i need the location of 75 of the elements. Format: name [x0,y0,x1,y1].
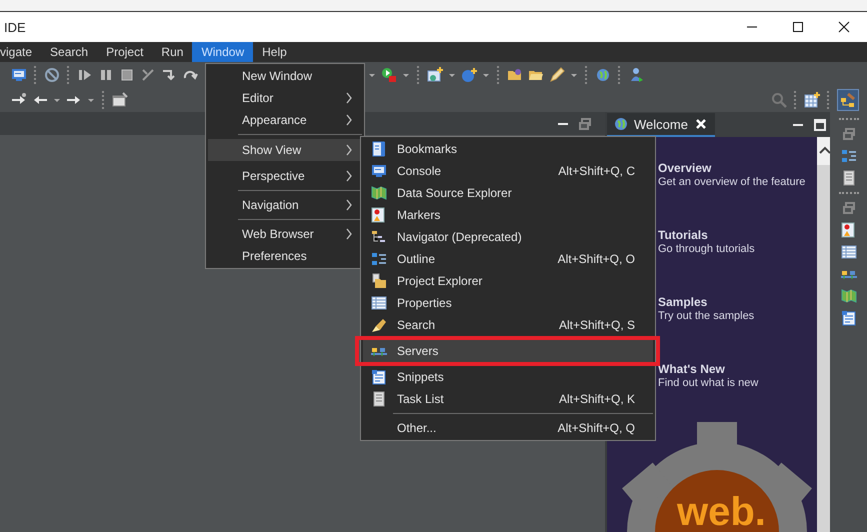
section-title[interactable]: Overview [658,161,817,175]
menu-item[interactable]: Snippets [363,366,653,388]
menu-item[interactable]: Other... Alt+Shift+Q, Q [363,417,653,439]
menu-item[interactable]: Editor [208,87,362,109]
section-title[interactable]: Tutorials [658,228,817,242]
maximize-icon[interactable] [790,19,806,35]
document-icon[interactable] [840,170,856,186]
pencil-icon[interactable] [549,66,565,82]
welcome-icon [613,116,629,132]
window-title: IDE [3,20,27,34]
table-icon[interactable] [840,244,856,260]
menu-item[interactable]: Project Explorer [363,270,653,292]
stop-icon[interactable] [119,66,135,82]
torch-icon [371,317,387,333]
open-folder-icon[interactable] [507,66,523,82]
new-package-icon[interactable] [427,66,443,82]
menu-item[interactable]: Navigation [208,194,362,216]
monitor-icon [371,163,387,179]
logo-text: web. [677,494,766,530]
disconnect-icon[interactable] [140,66,156,82]
perspective-icon[interactable] [837,88,859,110]
snippet-icon[interactable] [840,310,856,326]
menu-bar-item[interactable]: Run [152,42,192,62]
menu-item[interactable]: Web Browser [208,223,362,245]
section-title[interactable]: What's New [658,362,817,376]
menu-item[interactable]: Task List Alt+Shift+Q, K [363,388,653,410]
scrollbar[interactable] [817,137,830,532]
snippet-icon [371,369,387,385]
menu-item[interactable]: Show View [208,139,362,161]
person-icon[interactable] [628,66,644,82]
folder-icon [371,273,387,289]
menu-bar-item[interactable]: Project [97,42,152,62]
menu-item[interactable]: Bookmarks [363,138,653,160]
menu-item[interactable]: Perspective [208,165,362,187]
menu-bar-item[interactable]: Search [41,42,98,62]
menu-item[interactable]: Markers [363,204,653,226]
new-table-icon[interactable] [804,92,820,108]
list-icon [371,251,387,267]
menu-item[interactable]: Outline Alt+Shift+Q, O [363,248,653,270]
menu-item[interactable]: Servers [363,340,653,362]
close-icon[interactable] [836,19,852,35]
menu-bar-item[interactable]: vigate [0,42,42,62]
window-pin-icon[interactable] [112,92,128,108]
menu-item[interactable]: Console Alt+Shift+Q, C [363,160,653,182]
marker-icon[interactable] [840,222,856,238]
monitor-icon[interactable] [11,66,27,82]
menu-item[interactable]: New Window [208,65,362,87]
maximize-icon[interactable] [812,117,828,133]
editor-tab[interactable]: Welcome [607,113,715,137]
map-icon [371,185,387,201]
document-icon [371,391,387,407]
menu-bar-item[interactable]: Window [192,42,254,62]
menu-item[interactable]: Preferences [208,245,362,267]
section-description: Try out the samples [658,309,756,323]
menu-item[interactable]: Search Alt+Shift+Q, S [363,314,653,336]
section-description: Find out what is new [658,376,760,390]
section-description: Get an overview of the feature [658,175,806,189]
menu-item[interactable]: Navigator (Deprecated) [363,226,653,248]
map-icon[interactable] [840,288,856,304]
run-icon[interactable] [381,66,397,82]
tree-icon [371,229,387,245]
section-description: Go through tutorials [658,242,756,256]
marker-icon [371,207,387,223]
table-icon [371,295,387,311]
new-class-icon[interactable] [461,66,477,82]
section-title[interactable]: Samples [658,295,817,309]
book-icon [371,141,387,157]
list-icon[interactable] [840,148,856,164]
globe-icon[interactable] [595,66,611,82]
menu-item[interactable]: Appearance [208,109,362,131]
restore-icon[interactable] [577,116,593,132]
menu-item[interactable]: Data Source Explorer [363,182,653,204]
no-entry-icon[interactable] [44,66,60,82]
menu-bar-item[interactable]: Help [253,42,296,62]
menu-item[interactable]: Properties [363,292,653,314]
